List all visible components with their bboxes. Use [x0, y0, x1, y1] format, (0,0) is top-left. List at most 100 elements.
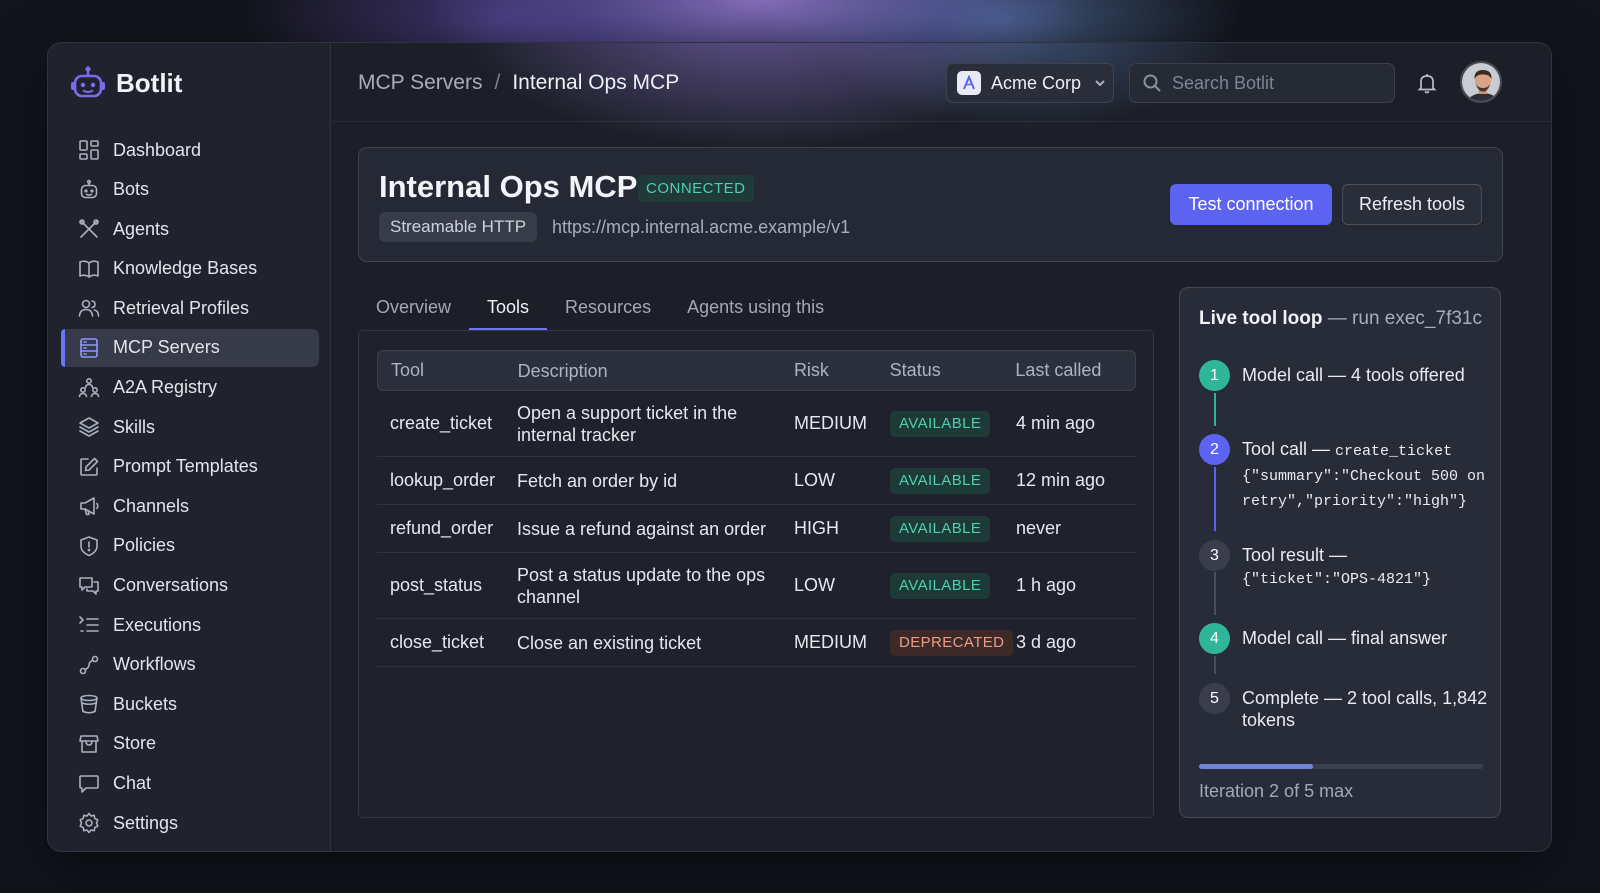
sidebar-item-store[interactable]: Store: [61, 725, 319, 763]
tool-name: create_ticket: [390, 413, 493, 433]
sidebar-item-agents[interactable]: Agents: [61, 210, 319, 248]
iteration-progress-bar: [1199, 764, 1483, 769]
sidebar-item-bots[interactable]: Bots: [61, 171, 319, 209]
refresh-tools-button[interactable]: Refresh tools: [1342, 184, 1482, 225]
registry-icon: [78, 377, 100, 399]
sidebar-item-chat[interactable]: Chat: [61, 765, 319, 803]
tool-risk: LOW: [794, 470, 836, 490]
breadcrumb: MCP Servers / Internal Ops MCP: [358, 71, 679, 95]
layers-icon: [78, 416, 100, 438]
sidebar-item-label: Store: [113, 733, 157, 754]
sidebar-item-knowledge-bases[interactable]: Knowledge Bases: [61, 250, 319, 288]
step-arguments: {"summary":"Checkout 500 on retry","prio…: [1242, 468, 1486, 510]
tab-agents-using-this[interactable]: Agents using this: [669, 288, 842, 330]
tab-overview[interactable]: Overview: [358, 288, 469, 330]
tool-description: Issue a refund against an order: [517, 518, 767, 539]
step-detail: Tool result — {"ticket":"OPS-4821"}: [1242, 544, 1490, 591]
tool-description: Post a status update to the ops channel: [517, 564, 766, 607]
tool-name: post_status: [390, 575, 483, 595]
org-switcher[interactable]: Acme Corp: [946, 63, 1114, 103]
search-icon: [1143, 74, 1161, 92]
table-row[interactable]: refund_order Issue a refund against an o…: [377, 505, 1136, 553]
sidebar-item-label: Bots: [113, 179, 150, 200]
breadcrumb-parent-link[interactable]: MCP Servers: [358, 71, 482, 95]
loop-title: Live tool loop — run exec_7f31c: [1199, 308, 1482, 330]
sidebar-item-label: Buckets: [113, 693, 178, 714]
step-number: 3: [1199, 540, 1230, 571]
step-detail: Tool call — create_ticket {"summary":"Ch…: [1242, 438, 1490, 513]
column-header-description[interactable]: Description: [518, 360, 794, 382]
bot-icon: [78, 179, 100, 201]
tools-panel: Tool Description Risk Status Last called…: [358, 330, 1154, 818]
users-icon: [78, 297, 100, 319]
column-header-risk[interactable]: Risk: [794, 360, 890, 381]
table-row[interactable]: create_ticket Open a support ticket in t…: [377, 391, 1136, 457]
tab-resources[interactable]: Resources: [547, 288, 669, 330]
bucket-icon: [78, 693, 100, 715]
sidebar-item-label: Prompt Templates: [113, 456, 258, 477]
tab-tools[interactable]: Tools: [469, 288, 548, 330]
step-tool-name: create_ticket: [1335, 443, 1453, 460]
sidebar-item-policies[interactable]: Policies: [61, 527, 319, 565]
step-label: Tool call —: [1242, 439, 1336, 459]
sidebar-item-label: Dashboard: [113, 139, 202, 160]
sidebar-item-channels[interactable]: Channels: [61, 487, 319, 525]
chat-icon: [78, 773, 100, 795]
sidebar-item-skills[interactable]: Skills: [61, 408, 319, 446]
sidebar-item-settings[interactable]: Settings: [61, 804, 319, 842]
bell-icon[interactable]: [1415, 71, 1439, 95]
column-header-tool[interactable]: Tool: [378, 360, 518, 381]
search-input[interactable]: [1172, 72, 1372, 94]
loop-run-id: — run exec_7f31c: [1327, 308, 1482, 329]
sidebar-item-prompt-templates[interactable]: Prompt Templates: [61, 448, 319, 486]
tool-name: lookup_order: [390, 470, 496, 490]
table-row[interactable]: close_ticket Close an existing ticket ME…: [377, 619, 1136, 667]
breadcrumb-separator: /: [494, 71, 501, 94]
step-connector: [1214, 393, 1216, 426]
table-row[interactable]: post_status Post a status update to the …: [377, 553, 1136, 619]
server-summary-card: Internal Ops MCP CONNECTED Streamable HT…: [358, 147, 1503, 262]
brand[interactable]: Botlit: [70, 65, 182, 101]
tool-risk: MEDIUM: [794, 413, 867, 433]
tool-description: Close an existing ticket: [517, 632, 702, 653]
sidebar-item-label: Agents: [113, 218, 170, 239]
server-url: https://mcp.internal.acme.example/v1: [552, 217, 851, 237]
step-label: Model call — 4 tools offered: [1242, 365, 1465, 385]
search-box: [1129, 63, 1395, 103]
tools-table: Tool Description Risk Status Last called…: [377, 350, 1136, 667]
edit-icon: [78, 456, 100, 478]
sidebar-item-label: Knowledge Bases: [113, 258, 258, 279]
sidebar-item-a2a-registry[interactable]: A2A Registry: [61, 369, 319, 407]
sidebar-item-mcp-servers[interactable]: MCP Servers: [61, 328, 319, 367]
tool-risk: LOW: [794, 575, 836, 595]
sidebar-item-dashboard[interactable]: Dashboard: [61, 131, 319, 169]
sidebar-item-label: MCP Servers: [113, 337, 220, 358]
sidebar-item-retrieval-profiles[interactable]: Retrieval Profiles: [61, 289, 319, 327]
iteration-text: Iteration 2 of 5 max: [1199, 781, 1354, 801]
sidebar-item-label: Workflows: [113, 654, 196, 675]
list-icon: [78, 614, 100, 636]
sidebar-item-buckets[interactable]: Buckets: [61, 685, 319, 723]
step-number: 1: [1199, 360, 1230, 391]
tool-last-called: never: [1016, 518, 1062, 538]
app-window: Botlit Dashboard Bots Agents Knowledge B…: [47, 42, 1552, 852]
shield-icon: [78, 535, 100, 557]
detail-tabs: Overview Tools Resources Agents using th…: [358, 288, 842, 330]
sidebar-item-executions[interactable]: Executions: [61, 606, 319, 644]
column-header-last-called[interactable]: Last called: [1015, 360, 1135, 381]
sidebar-item-conversations[interactable]: Conversations: [61, 567, 319, 605]
step-connector: [1214, 572, 1216, 615]
table-row[interactable]: lookup_order Fetch an order by id LOW AV…: [377, 457, 1136, 505]
step-label: Complete — 2 tool calls, 1,842 tokens: [1242, 688, 1488, 730]
sidebar-item-workflows[interactable]: Workflows: [61, 646, 319, 684]
avatar[interactable]: [1460, 61, 1502, 103]
chat-bubbles-icon: [78, 575, 100, 597]
iteration-progress-fill: [1199, 764, 1313, 769]
live-tool-loop-panel: Live tool loop — run exec_7f31c 1 Model …: [1179, 287, 1501, 818]
column-header-status[interactable]: Status: [890, 360, 1016, 381]
step-label: Model call — final answer: [1242, 628, 1448, 648]
sidebar-item-label: Policies: [113, 535, 176, 556]
test-connection-button[interactable]: Test connection: [1170, 184, 1332, 225]
tool-last-called: 1 h ago: [1016, 575, 1077, 595]
sidebar-item-label: Retrieval Profiles: [113, 297, 250, 318]
